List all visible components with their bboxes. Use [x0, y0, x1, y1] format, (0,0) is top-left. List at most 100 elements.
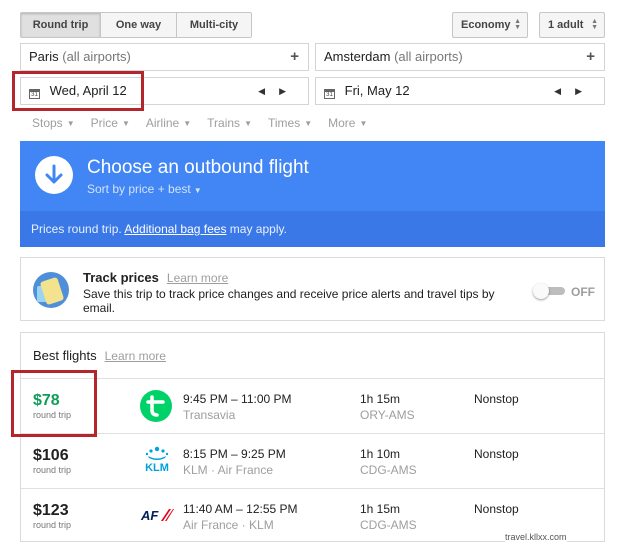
- calendar-icon: 31: [324, 89, 335, 99]
- flight-price: $78: [33, 392, 60, 409]
- flight-airline: KLM · Air France: [183, 463, 274, 477]
- track-prices-card: Track prices Learn more Save this trip to…: [20, 257, 605, 321]
- destination-city: Amsterdam: [324, 49, 391, 64]
- filter-label: More: [328, 116, 356, 130]
- track-learn-more-link[interactable]: Learn more: [167, 271, 228, 285]
- filter-bar: Stops ▼ Price ▼ Airline ▼ Trains ▼ Times ▼ Mo…: [32, 116, 383, 130]
- calendar-icon: 31: [29, 89, 40, 99]
- bag-fees-link[interactable]: Additional bag fees: [124, 222, 226, 236]
- next-day-icon[interactable]: ▶: [575, 86, 596, 96]
- multi-city-tab[interactable]: Multi-city: [177, 13, 251, 37]
- filter-label: Trains: [207, 116, 241, 130]
- filter-label: Airline: [145, 116, 180, 130]
- flight-duration: 1h 10m: [360, 447, 401, 461]
- best-flights-card: Best flights Learn more $78 round trip 9:…: [20, 332, 605, 542]
- filter-price[interactable]: Price ▼: [91, 116, 130, 130]
- caret-down-icon: ▼: [304, 119, 313, 128]
- best-flights-heading: Best flights Learn more: [33, 348, 166, 363]
- filter-label: Price: [90, 116, 118, 130]
- price-note: Prices round trip. Additional bag fees m…: [20, 211, 605, 247]
- filter-times[interactable]: Times ▼: [268, 116, 312, 130]
- prev-day-icon[interactable]: ◀: [554, 86, 575, 96]
- cabin-class-value: Economy: [461, 19, 511, 31]
- filter-trains[interactable]: Trains ▼: [207, 116, 252, 130]
- track-prices-title: Track prices: [83, 270, 159, 285]
- flight-times: 9:45 PM – 11:00 PM: [183, 392, 292, 406]
- flight-route: CDG-AMS: [360, 463, 417, 477]
- flight-row[interactable]: $78 round trip 9:45 PM – 11:00 PM Transa…: [21, 378, 604, 433]
- passengers-select[interactable]: 1 adult ▲ ▼: [539, 12, 605, 38]
- return-date-field[interactable]: 31 Fri, May 12 ◀▶: [315, 77, 605, 105]
- departure-date-field[interactable]: 31 Wed, April 12 ◀▶: [20, 77, 309, 105]
- track-prices-toggle[interactable]: [533, 283, 567, 299]
- track-prices-description: Save this trip to track price changes an…: [83, 287, 495, 315]
- flight-duration: 1h 15m: [360, 502, 401, 516]
- updown-arrows-icon: ▲ ▼: [591, 18, 598, 31]
- price-type: round trip: [33, 465, 72, 475]
- sort-label: Sort by price + best: [87, 182, 191, 196]
- watermark: travel.kllxx.com: [505, 532, 567, 542]
- filter-stops[interactable]: Stops ▼: [32, 116, 75, 130]
- date-nav-arrows[interactable]: ◀▶: [554, 78, 596, 104]
- filter-label: Stops: [32, 116, 63, 130]
- round-trip-tab[interactable]: Round trip: [21, 13, 101, 37]
- return-date: Fri, May 12: [344, 83, 410, 98]
- track-prices-heading: Track prices Learn more: [83, 270, 228, 285]
- caret-down-icon: ▼: [121, 119, 130, 128]
- destination-field[interactable]: Amsterdam (all airports) +: [315, 43, 605, 71]
- price-note-text: Prices round trip.: [31, 222, 125, 236]
- flight-duration: 1h 15m: [360, 392, 401, 406]
- outbound-banner: Choose an outbound flight Sort by price …: [20, 141, 605, 247]
- flight-price: $123: [33, 502, 69, 519]
- flight-stops: Nonstop: [474, 392, 519, 406]
- toggle-state-label: OFF: [571, 285, 595, 299]
- trip-type-selector: Round trip One way Multi-city: [20, 12, 252, 38]
- best-learn-more-link[interactable]: Learn more: [105, 349, 166, 363]
- updown-arrows-icon: ▲ ▼: [514, 18, 521, 31]
- flight-airline: Transavia: [183, 408, 236, 422]
- caret-down-icon: ▼: [183, 119, 192, 128]
- caret-down-icon: ▼: [193, 186, 202, 195]
- sort-selector[interactable]: Sort by price + best ▼: [87, 182, 202, 196]
- flight-stops: Nonstop: [474, 502, 519, 516]
- price-type: round trip: [33, 410, 72, 420]
- add-origin-icon[interactable]: +: [290, 44, 299, 70]
- svg-text:KLM: KLM: [145, 462, 169, 474]
- klm-logo-icon: KLM: [139, 444, 175, 474]
- flight-route: CDG-AMS: [360, 518, 417, 532]
- flight-times: 11:40 AM – 12:55 PM: [183, 502, 298, 516]
- one-way-tab[interactable]: One way: [101, 13, 177, 37]
- departure-date: Wed, April 12: [49, 83, 127, 98]
- flight-row[interactable]: $106 round trip KLM 8:15 PM – 9:25 PM KL…: [21, 433, 604, 488]
- banner-title: Choose an outbound flight: [87, 157, 309, 178]
- best-flights-title: Best flights: [33, 348, 97, 363]
- price-type: round trip: [33, 520, 72, 530]
- cabin-class-select[interactable]: Economy ▲ ▼: [452, 12, 528, 38]
- flight-times: 8:15 PM – 9:25 PM: [183, 447, 286, 461]
- price-note-suffix: may apply.: [226, 222, 287, 236]
- origin-field[interactable]: Paris (all airports) +: [20, 43, 309, 71]
- price-tag-icon: [33, 272, 69, 308]
- add-destination-icon[interactable]: +: [586, 44, 595, 70]
- filter-label: Times: [267, 116, 301, 130]
- passengers-value: 1 adult: [548, 19, 584, 31]
- origin-city: Paris: [29, 49, 59, 64]
- flight-airline: Air France · KLM: [183, 518, 274, 532]
- filter-more[interactable]: More ▼: [328, 116, 367, 130]
- caret-down-icon: ▼: [359, 119, 368, 128]
- flight-route: ORY-AMS: [360, 408, 415, 422]
- air-france-logo-icon: AF: [139, 499, 175, 529]
- date-nav-arrows[interactable]: ◀▶: [258, 78, 300, 104]
- arrow-down-icon: [35, 156, 73, 194]
- destination-qualifier: (all airports): [394, 49, 463, 64]
- prev-day-icon[interactable]: ◀: [258, 86, 279, 96]
- filter-airline[interactable]: Airline ▼: [146, 116, 191, 130]
- transavia-logo-icon: [139, 389, 175, 422]
- svg-text:AF: AF: [140, 508, 159, 523]
- origin-qualifier: (all airports): [62, 49, 131, 64]
- caret-down-icon: ▼: [244, 119, 252, 128]
- flight-stops: Nonstop: [474, 447, 519, 461]
- caret-down-icon: ▼: [66, 119, 75, 128]
- next-day-icon[interactable]: ▶: [279, 86, 300, 96]
- flight-price: $106: [33, 447, 69, 464]
